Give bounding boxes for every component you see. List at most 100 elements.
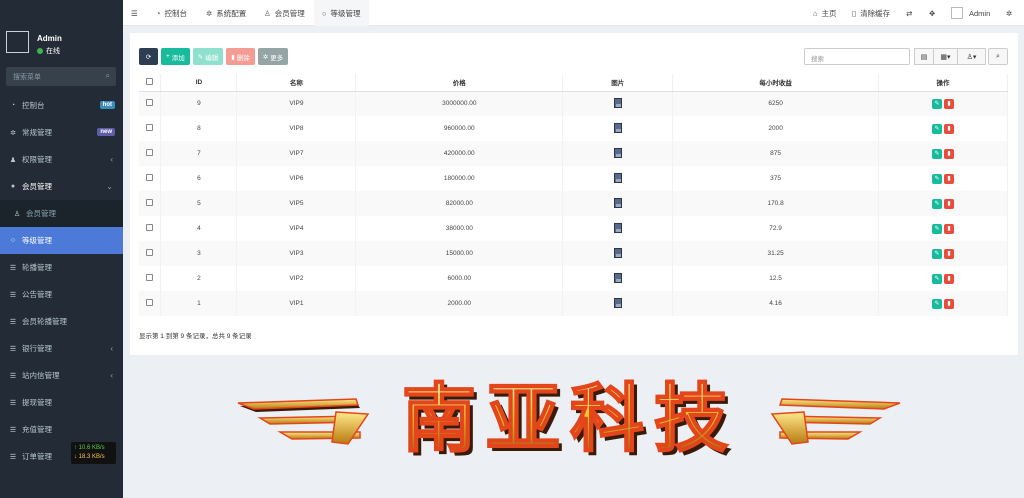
- row-select-cell: [139, 291, 162, 316]
- menu-search-input[interactable]: 搜索菜单 ⌕: [6, 67, 116, 86]
- language-icon[interactable]: ⇄: [906, 0, 912, 26]
- row-delete-button[interactable]: ▮: [944, 98, 955, 109]
- chevron-down-icon: ⌄: [106, 182, 113, 191]
- sidebar-item-members[interactable]: ● 会员管理 ⌄: [0, 173, 123, 200]
- clear-cache-button[interactable]: ▯ 清除缓存: [852, 0, 890, 26]
- select-all-cell: [139, 74, 162, 92]
- row-checkbox[interactable]: [146, 124, 154, 131]
- sidebar-item-recharge[interactable]: ☰ 充值管理: [0, 416, 123, 443]
- sidebar-item-permissions[interactable]: ♟ 权限管理 ‹: [0, 146, 123, 173]
- row-checkbox[interactable]: [146, 99, 154, 107]
- sidebar-item-messages[interactable]: ☰ 站内信管理 ‹: [0, 362, 123, 389]
- row-delete-button[interactable]: ▮: [944, 148, 955, 159]
- image-placeholder-icon[interactable]: [613, 97, 622, 108]
- row-delete-button[interactable]: ▮: [944, 298, 955, 309]
- row-delete-button[interactable]: ▮: [944, 248, 955, 259]
- image-placeholder-icon[interactable]: [613, 222, 622, 233]
- image-placeholder-icon[interactable]: [613, 172, 622, 183]
- row-edit-button[interactable]: ✎: [932, 198, 943, 209]
- list-icon: ☰: [9, 291, 17, 299]
- refresh-button[interactable]: ⟳: [139, 48, 158, 65]
- row-checkbox[interactable]: [146, 149, 154, 156]
- cell-id: 6: [160, 166, 238, 191]
- header-name[interactable]: 名称: [236, 74, 357, 92]
- select-all-checkbox[interactable]: [146, 77, 154, 85]
- tab-system-config[interactable]: ✲ 系统配置: [206, 0, 246, 26]
- home-link[interactable]: ⌂ 主页: [813, 0, 837, 26]
- sidebar-item-announcements[interactable]: ☰ 公告管理: [0, 281, 123, 308]
- export-button[interactable]: ♙▾: [958, 48, 986, 65]
- sidebar-item-general[interactable]: ✲ 常规管理 new: [0, 119, 123, 146]
- row-checkbox[interactable]: [146, 174, 154, 181]
- row-edit-button[interactable]: ✎: [932, 298, 943, 309]
- image-placeholder-icon[interactable]: [613, 272, 622, 283]
- row-checkbox[interactable]: [146, 274, 154, 281]
- username: Admin: [37, 34, 62, 43]
- tab-member-manage[interactable]: ♙ 会员管理: [264, 0, 305, 26]
- table-row[interactable]: 1 VIP1 2000.00 4.16 ✎ ▮: [139, 291, 1008, 316]
- image-placeholder-icon[interactable]: [613, 297, 622, 308]
- header-id[interactable]: ID: [160, 74, 238, 92]
- fullscreen-icon[interactable]: ✥: [929, 0, 935, 26]
- settings-icon[interactable]: ✲: [1006, 0, 1012, 26]
- image-placeholder-icon[interactable]: [613, 122, 622, 133]
- table-row[interactable]: 4 VIP4 38000.00 72.9 ✎ ▮: [139, 216, 1008, 241]
- row-edit-button[interactable]: ✎: [932, 273, 943, 284]
- search-icon[interactable]: ⌕: [106, 71, 110, 81]
- row-edit-button[interactable]: ✎: [932, 248, 943, 259]
- header-image[interactable]: 图片: [562, 74, 674, 92]
- table-search-input[interactable]: 搜索: [804, 48, 910, 65]
- row-delete-button[interactable]: ▮: [944, 223, 955, 234]
- row-delete-button[interactable]: ▮: [944, 123, 955, 134]
- row-edit-button[interactable]: ✎: [932, 173, 943, 184]
- row-edit-button[interactable]: ✎: [932, 148, 943, 159]
- sidebar-item-carousel[interactable]: ☰ 轮播管理: [0, 254, 123, 281]
- sidebar-subitem-level-manage[interactable]: ○ 等级管理: [0, 227, 123, 254]
- header-price[interactable]: 价格: [355, 74, 564, 92]
- edit-button[interactable]: ✎ 编辑: [192, 48, 224, 65]
- more-button[interactable]: ✲ 更多: [257, 48, 289, 65]
- delete-button[interactable]: ▮ 删除: [226, 48, 255, 65]
- table-row[interactable]: 9 VIP9 3000000.00 6250 ✎ ▮: [139, 91, 1008, 116]
- columns-button[interactable]: ▦▾: [934, 48, 958, 65]
- row-delete-button[interactable]: ▮: [944, 273, 955, 284]
- row-delete-button[interactable]: ▮: [944, 173, 955, 184]
- sidebar-item-dashboard[interactable]: ◔ 控制台 hot: [0, 92, 123, 119]
- toggle-view-button[interactable]: ▤: [914, 48, 934, 65]
- sidebar-item-member-carousel[interactable]: ☰ 会员轮播管理: [0, 308, 123, 335]
- sidebar-item-bank[interactable]: ☰ 银行管理 ‹: [0, 335, 123, 362]
- row-delete-button[interactable]: ▮: [944, 198, 955, 209]
- header-hourly-income[interactable]: 每小时收益: [672, 74, 880, 92]
- add-button[interactable]: + 添加: [161, 48, 190, 65]
- table-row[interactable]: 7 VIP7 420000.00 875 ✎ ▮: [139, 141, 1008, 166]
- trash-icon: ▮: [231, 53, 235, 61]
- table-row[interactable]: 2 VIP2 6000.00 12.5 ✎ ▮: [139, 266, 1008, 291]
- sidebar-item-withdraw[interactable]: ☰ 提现管理: [0, 389, 123, 416]
- admin-avatar: [951, 7, 963, 19]
- search-toggle-button[interactable]: ⌕: [988, 48, 1008, 65]
- row-checkbox[interactable]: [146, 224, 154, 231]
- row-edit-button[interactable]: ✎: [932, 98, 943, 109]
- row-edit-button[interactable]: ✎: [932, 223, 943, 234]
- table-row[interactable]: 3 VIP3 15000.00 31.25 ✎ ▮: [139, 241, 1008, 266]
- row-checkbox[interactable]: [146, 299, 154, 306]
- row-checkbox[interactable]: [146, 249, 154, 256]
- table-row[interactable]: 5 VIP5 82000.00 170.8 ✎ ▮: [139, 191, 1008, 216]
- row-checkbox[interactable]: [146, 199, 154, 206]
- sidebar-subitem-member-manage[interactable]: ♙ 会员管理: [0, 200, 123, 227]
- image-placeholder-icon[interactable]: [613, 147, 622, 158]
- image-placeholder-icon[interactable]: [613, 247, 622, 258]
- admin-menu[interactable]: Admin: [951, 0, 990, 26]
- cell-actions: ✎ ▮: [878, 166, 1008, 191]
- image-placeholder-icon[interactable]: [613, 197, 622, 208]
- avatar[interactable]: [6, 31, 29, 53]
- table-row[interactable]: 6 VIP6 180000.00 375 ✎ ▮: [139, 166, 1008, 191]
- tab-level-manage[interactable]: ○ 等级管理: [314, 0, 369, 26]
- tab-dashboard[interactable]: ◔ 控制台: [156, 0, 187, 26]
- row-edit-button[interactable]: ✎: [932, 123, 943, 134]
- row-select-cell: [139, 141, 162, 166]
- user-icon: ♙: [13, 210, 21, 218]
- sidebar-item-label: 控制台: [22, 101, 45, 110]
- menu-toggle-icon[interactable]: ☰: [131, 0, 138, 26]
- table-row[interactable]: 8 VIP8 960000.00 2000 ✎ ▮: [139, 116, 1008, 141]
